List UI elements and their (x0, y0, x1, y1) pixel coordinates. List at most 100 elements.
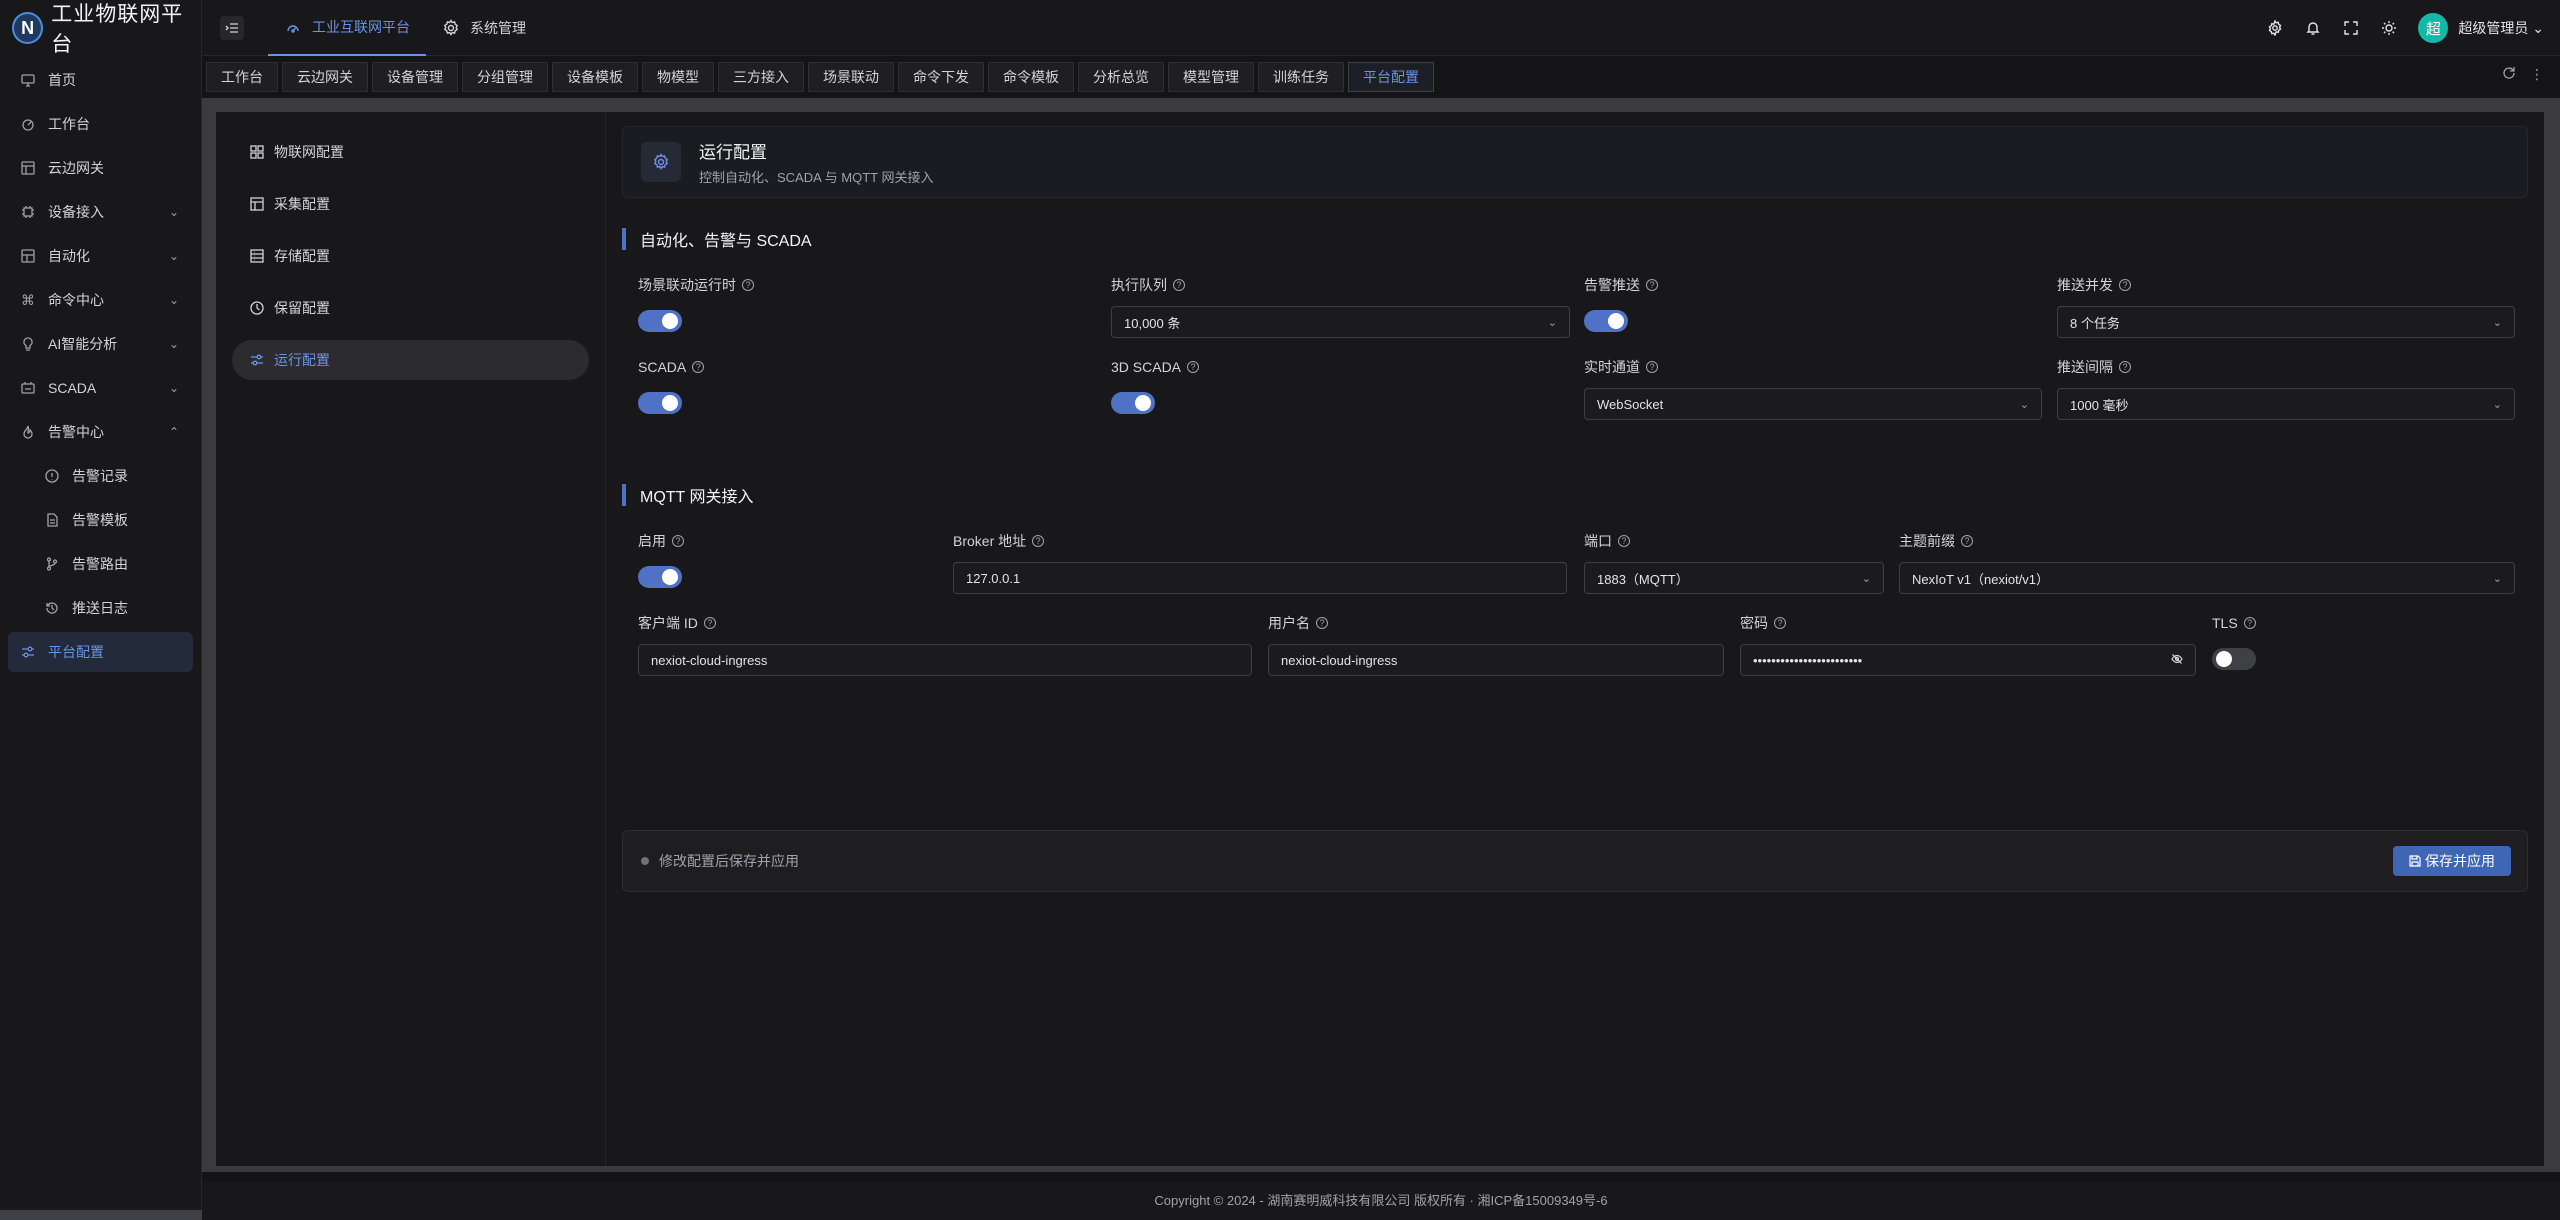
sidebar-item-home[interactable]: 首页 (8, 60, 193, 100)
sidebar-toggle-button[interactable] (220, 15, 244, 40)
page-tab-device-templates[interactable]: 设备模板 (552, 62, 638, 92)
scada-switch[interactable] (638, 392, 682, 414)
password-input[interactable]: •••••••••••••••••••••••• (1740, 644, 2196, 676)
page-tab-training-tasks[interactable]: 训练任务 (1258, 62, 1344, 92)
bell-icon[interactable] (2304, 19, 2322, 37)
sidebar-item-ai[interactable]: AI智能分析 ⌄ (8, 324, 193, 364)
submenu-item-iot-config[interactable]: 物联网配置 (232, 132, 589, 172)
topic-prefix-select[interactable]: NexIoT v1（nexiot/v1） ⌄ (1899, 562, 2515, 594)
sidebar-item-scada[interactable]: SCADA ⌄ (8, 368, 193, 408)
page-tab-group-management[interactable]: 分组管理 (462, 62, 548, 92)
realtime-channel-select[interactable]: WebSocket ⌄ (1584, 388, 2042, 420)
refresh-icon[interactable] (2502, 66, 2516, 83)
broker-address-input[interactable]: 127.0.0.1 (953, 562, 1567, 594)
route-icon (44, 556, 60, 572)
help-icon[interactable]: ? (1173, 279, 1185, 291)
help-icon[interactable]: ? (742, 279, 754, 291)
help-icon[interactable]: ? (2119, 361, 2131, 373)
field-password: 密码? •••••••••••••••••••••••• (1740, 614, 2196, 676)
page-tab-command-templates[interactable]: 命令模板 (988, 62, 1074, 92)
save-apply-button[interactable]: 保存并应用 (2393, 846, 2511, 876)
help-icon[interactable]: ? (1774, 617, 1786, 629)
field-username: 用户名? nexiot-cloud-ingress (1268, 614, 1724, 676)
user-menu[interactable]: 超级管理员 ⌄ (2458, 18, 2544, 38)
tls-switch[interactable] (2212, 648, 2256, 670)
flame-icon (20, 424, 36, 440)
username-input[interactable]: nexiot-cloud-ingress (1268, 644, 1724, 676)
logo[interactable]: N 工业物联网平台 (0, 0, 201, 56)
device-icon (20, 204, 36, 220)
page-tab-workbench[interactable]: 工作台 (206, 62, 278, 92)
top-tab-label: 工业互联网平台 (312, 18, 410, 35)
help-icon[interactable]: ? (1316, 617, 1328, 629)
page-tab-gateway[interactable]: 云边网关 (282, 62, 368, 92)
help-icon[interactable]: ? (672, 535, 684, 547)
field-label: 启用 (638, 533, 666, 549)
chevron-down-icon: ⌄ (168, 293, 179, 307)
page-tab-platform-config[interactable]: 平台配置 (1348, 62, 1434, 92)
submenu-item-retention-config[interactable]: 保留配置 (232, 288, 589, 328)
scene-runtime-switch[interactable] (638, 310, 682, 332)
sidebar-scrollbar[interactable] (0, 1210, 202, 1220)
chevron-down-icon: ⌄ (2532, 20, 2544, 36)
sidebar-item-platform-config[interactable]: 平台配置 (8, 632, 193, 672)
status-dot (641, 857, 649, 865)
history-icon (44, 600, 60, 616)
settings-gear-icon[interactable] (2266, 19, 2284, 37)
page-tab-scene-linkage[interactable]: 场景联动 (808, 62, 894, 92)
storage-icon (250, 249, 264, 263)
help-icon[interactable]: ? (1032, 535, 1045, 547)
more-vertical-icon[interactable]: ⋮ (2530, 66, 2544, 83)
sidebar-item-alarm-routes[interactable]: 告警路由 (8, 544, 193, 584)
header-actions: 超 超级管理员 ⌄ (2266, 0, 2544, 56)
page-tab-third-party[interactable]: 三方接入 (718, 62, 804, 92)
help-icon[interactable]: ? (1646, 361, 1658, 373)
sidebar-item-device-access[interactable]: 设备接入 ⌄ (8, 192, 193, 232)
select-value: NexIoT v1（nexiot/v1） (1912, 571, 2050, 587)
client-id-input[interactable]: nexiot-cloud-ingress (638, 644, 1252, 676)
help-icon[interactable]: ? (2243, 617, 2256, 629)
eye-off-icon[interactable] (2171, 653, 2183, 668)
sidebar-item-alarm-center[interactable]: 告警中心 ⌃ (8, 412, 193, 452)
help-icon[interactable]: ? (1646, 279, 1658, 291)
page-header-card: 运行配置 控制自动化、SCADA 与 MQTT 网关接入 (622, 126, 2528, 198)
help-icon[interactable]: ? (703, 617, 716, 629)
push-interval-select[interactable]: 1000 毫秒 ⌄ (2057, 388, 2515, 420)
alarm-push-switch[interactable] (1584, 310, 1628, 332)
exec-queue-select[interactable]: 10,000 条 ⌄ (1111, 306, 1570, 338)
submenu-item-runtime-config[interactable]: 运行配置 (232, 340, 589, 380)
push-concurrency-select[interactable]: 8 个任务 ⌄ (2057, 306, 2515, 338)
sun-icon[interactable] (2380, 19, 2398, 37)
help-icon[interactable]: ? (1961, 535, 1973, 547)
save-icon (2409, 855, 2421, 867)
page-tab-device-management[interactable]: 设备管理 (372, 62, 458, 92)
sidebar-item-alarm-templates[interactable]: 告警模板 (8, 500, 193, 540)
page-tab-analysis-overview[interactable]: 分析总览 (1078, 62, 1164, 92)
help-icon[interactable]: ? (2119, 279, 2131, 291)
top-tab-system-management[interactable]: 系统管理 (426, 0, 542, 56)
sidebar-item-push-logs[interactable]: 推送日志 (8, 588, 193, 628)
help-icon[interactable]: ? (692, 361, 705, 373)
field-push-interval: 推送间隔? 1000 毫秒 ⌄ (2057, 358, 2515, 420)
sidebar-item-label: 命令中心 (48, 292, 104, 308)
page-tab-thing-model[interactable]: 物模型 (642, 62, 714, 92)
avatar[interactable]: 超 (2418, 13, 2449, 43)
scada-3d-switch[interactable] (1111, 392, 1155, 414)
port-select[interactable]: 1883（MQTT） ⌄ (1584, 562, 1884, 594)
section-automation-alarm-scada: 自动化、告警与 SCADA 场景联动运行时? 执行队列? 10,000 条 ⌄ 告… (622, 228, 2528, 428)
sidebar-item-automation[interactable]: 自动化 ⌄ (8, 236, 193, 276)
sidebar-item-workbench[interactable]: 工作台 (8, 104, 193, 144)
page-tab-command-dispatch[interactable]: 命令下发 (898, 62, 984, 92)
top-tab-iiot-platform[interactable]: 工业互联网平台 (268, 0, 426, 56)
mqtt-enable-switch[interactable] (638, 566, 682, 588)
submenu-item-collection-config[interactable]: 采集配置 (232, 184, 589, 224)
submenu-item-label: 运行配置 (274, 352, 330, 368)
sidebar-item-command[interactable]: ⌘ 命令中心 ⌄ (8, 280, 193, 320)
submenu-item-storage-config[interactable]: 存储配置 (232, 236, 589, 276)
sidebar-item-gateway[interactable]: 云边网关 (8, 148, 193, 188)
page-tab-model-management[interactable]: 模型管理 (1168, 62, 1254, 92)
help-icon[interactable]: ? (1618, 535, 1630, 547)
fullscreen-icon[interactable] (2342, 19, 2360, 37)
help-icon[interactable]: ? (1187, 361, 1200, 373)
sidebar-item-alarm-records[interactable]: 告警记录 (8, 456, 193, 496)
